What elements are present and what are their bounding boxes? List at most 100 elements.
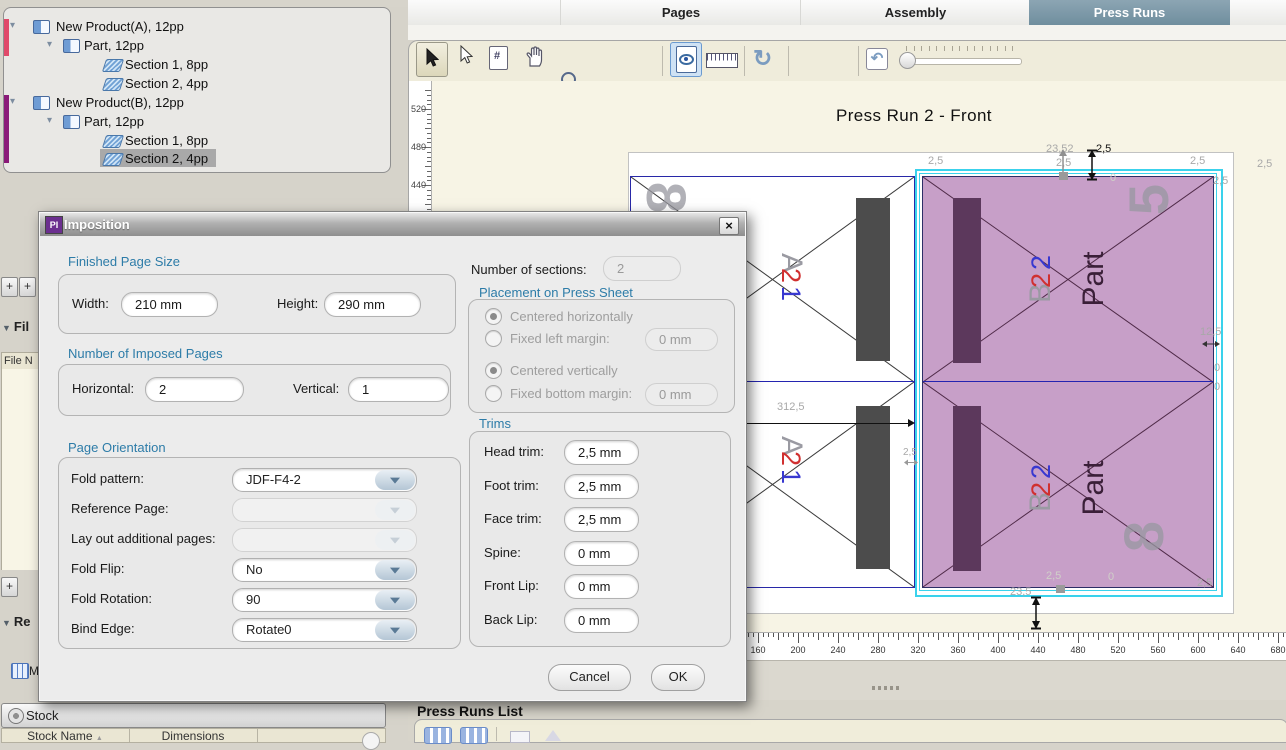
fold-flip-select[interactable]: No [232,558,417,582]
ruler-tick [1043,633,1044,637]
ruler-tick [908,633,909,637]
remove-file-button[interactable]: + [19,277,36,297]
stock-header-widget[interactable] [362,732,380,750]
horizontal-field[interactable]: 2 [145,377,244,402]
stock-name-column[interactable]: Stock Name ▲ [2,729,128,742]
tab-press-runs[interactable]: Press Runs [1029,0,1230,25]
ruler-tick [1033,633,1034,637]
add-resource-button[interactable]: + [1,577,18,597]
ruler-tick [427,209,431,210]
direct-select-tool-button[interactable] [459,45,473,70]
measurement-label: 0 [1110,172,1116,184]
fold-rotation-select[interactable]: 90 [232,588,417,612]
caret-down-icon[interactable]: ▾ [10,20,15,31]
back-lip-field[interactable]: 0 mm [564,608,639,633]
pan-tool-button[interactable] [524,46,544,73]
ruler-tick [427,133,431,134]
tab-assembly[interactable]: Assembly [800,0,1030,25]
chevron-down-icon[interactable] [375,560,415,580]
ruler-tick [1258,633,1259,640]
bind-edge-select[interactable]: Rotate0 [232,618,417,642]
tree-item-section2-a[interactable]: Section 2, 4pp [0,74,380,93]
measurement-label: 2,5 [928,155,943,167]
ruler-label: 280 [870,645,885,655]
chevron-down-icon[interactable] [375,590,415,610]
face-trim-label: Face trim: [484,511,542,526]
spine-field[interactable]: 0 mm [564,541,639,566]
list-tool-icon[interactable] [510,731,530,743]
chevron-down-icon[interactable] [375,620,415,640]
ruler-tick [788,633,789,637]
select-tool-button[interactable] [416,42,448,77]
tree-item-label: Section 1, 8pp [125,133,208,148]
drag-handle[interactable] [1059,172,1068,180]
dimensions-column[interactable]: Dimensions [130,729,256,742]
ruler-tick [803,633,804,637]
ruler-tick [427,190,431,191]
ruler-tick [1028,633,1029,637]
ruler-label: 640 [1230,645,1245,655]
tree-item-part-b[interactable]: ▾ Part, 12pp [0,112,380,131]
triangle-down-icon: ▼ [2,618,11,628]
tree-item-product-b[interactable]: ▾ New Product(B), 12pp [0,93,380,112]
files-section-header[interactable]: ▼Fil [2,319,29,334]
fold-pattern-select[interactable]: JDF-F4-2 [232,468,417,492]
caret-down-icon[interactable]: ▾ [47,115,52,126]
chevron-down-icon [375,500,415,520]
book-icon [63,115,80,129]
add-file-button[interactable]: + [1,277,18,297]
foot-trim-field[interactable]: 2,5 mm [564,474,639,499]
press-run-view2-button[interactable] [460,727,488,744]
vertical-field[interactable]: 1 [348,377,449,402]
fixed-left-margin-radio[interactable] [485,330,502,347]
tree-item-label: Part, 12pp [84,114,144,129]
fold-pattern-value: JDF-F4-2 [246,472,301,487]
width-label: Width: [72,296,109,311]
dialog-title-bar[interactable]: PI Imposition × [40,213,745,236]
media-grid-icon[interactable] [11,663,29,679]
tree-item-section2-b-selected[interactable]: Section 2, 4pp [0,149,380,168]
splitter-handle[interactable] [872,686,900,690]
front-lip-field[interactable]: 0 mm [564,574,639,599]
face-trim-field[interactable]: 2,5 mm [564,507,639,532]
ok-button[interactable]: OK [651,664,705,691]
press-run-view-button[interactable] [424,727,452,744]
tree-item-part-a[interactable]: ▾ Part, 12pp [0,36,380,55]
cancel-button[interactable]: Cancel [548,664,631,691]
stock-panel-header[interactable]: Stock [1,703,386,728]
ruler-tick [1013,633,1014,637]
close-button[interactable]: × [719,217,739,235]
tree-item-product-a[interactable]: ▾ New Product(A), 12pp [0,17,380,36]
rotate-view-button[interactable] [753,47,772,70]
centered-vertically-radio[interactable] [485,362,502,379]
resources-section-header[interactable]: ▼Re [2,614,31,629]
tree-item-section1-b[interactable]: Section 1, 8pp [0,131,380,150]
chevron-down-icon[interactable] [375,470,415,490]
tree-item-section1-a[interactable]: Section 1, 8pp [0,55,380,74]
measure-tool-button[interactable] [706,53,738,68]
preview-page-icon [676,46,697,73]
preview-toggle-button[interactable] [670,42,702,77]
zoom-slider-track[interactable] [902,58,1022,65]
measurement-label: 0 [1108,571,1114,583]
ruler-tick [1058,633,1059,640]
fold-flip-label: Fold Flip: [71,561,124,576]
caret-down-icon[interactable]: ▾ [47,39,52,50]
fixed-bottom-margin-radio[interactable] [485,385,502,402]
spine-label: Spine: [484,545,521,560]
ruler-tick [808,633,809,637]
height-field[interactable]: 290 mm [324,292,421,317]
outline-cursor-icon [459,45,473,65]
file-name-column-header[interactable]: File N [1,352,41,370]
page-number-tool-button[interactable] [489,46,508,70]
up-arrow-icon[interactable] [545,730,561,741]
revert-page-button[interactable] [866,48,888,70]
centered-horizontally-radio[interactable] [485,308,502,325]
caret-down-icon[interactable]: ▾ [10,96,15,107]
zoom-slider-knob[interactable] [899,52,916,69]
width-field[interactable]: 210 mm [121,292,218,317]
drag-handle[interactable] [1056,585,1065,593]
head-trim-field[interactable]: 2,5 mm [564,440,639,465]
tab-pages[interactable]: Pages [560,0,801,25]
ruler-tick [938,633,939,640]
